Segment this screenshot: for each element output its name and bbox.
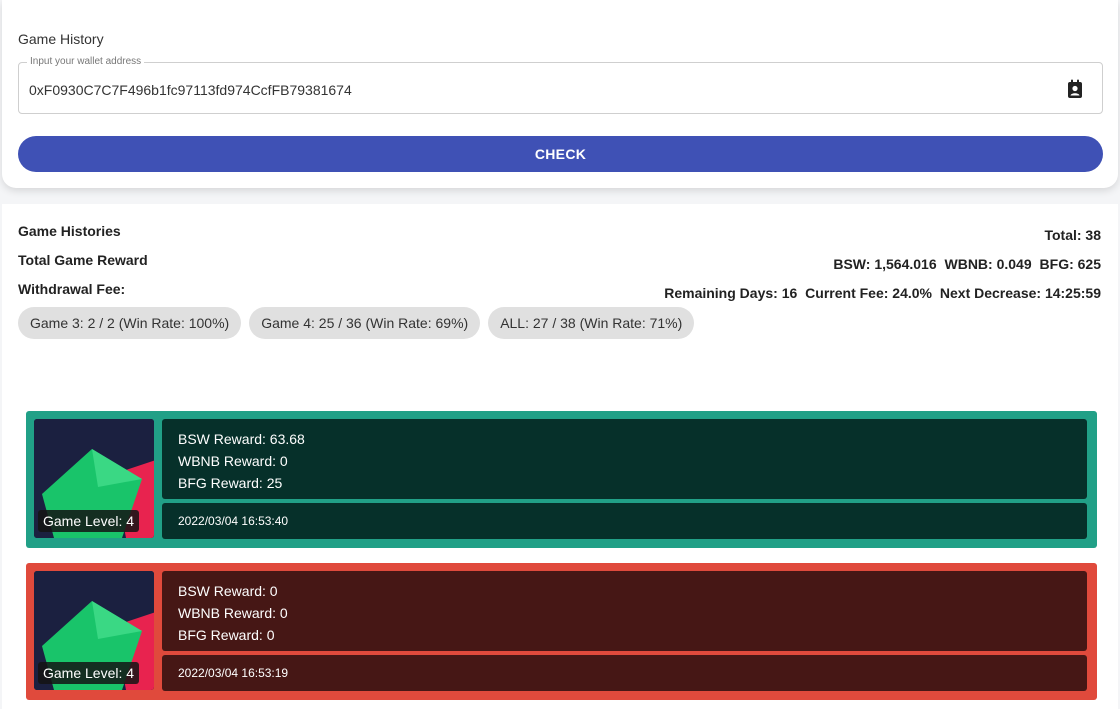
- current-fee: Current Fee: 24.0%: [805, 285, 932, 301]
- wbnb-reward: WBNB Reward: 0: [178, 605, 288, 621]
- bsw-total: BSW: 1,564.016: [833, 256, 937, 272]
- chip-game-3[interactable]: Game 3: 2 / 2 (Win Rate: 100%): [18, 307, 242, 339]
- page-title: Game History: [18, 31, 104, 47]
- game-thumbnail: Game Level: 4: [34, 571, 154, 690]
- game-level-badge: Game Level: 4: [38, 510, 140, 532]
- win-rate-chips: Game 3: 2 / 2 (Win Rate: 100%) Game 4: 2…: [18, 307, 695, 339]
- total-reward-values: BSW: 1,564.016 WBNB: 0.049 BFG: 625: [829, 256, 1101, 272]
- chip-game-4[interactable]: Game 4: 25 / 36 (Win Rate: 69%): [249, 307, 481, 339]
- next-decrease: Next Decrease: 14:25:59: [939, 285, 1101, 301]
- game-history-item: Game Level: 4 BSW Reward: 63.68 WBNB Rew…: [26, 411, 1097, 548]
- bfg-reward: BFG Reward: 25: [178, 475, 283, 491]
- total-count: Total: 38: [1044, 227, 1101, 243]
- check-button[interactable]: CHECK: [18, 136, 1103, 172]
- remaining-days: Remaining Days: 16: [664, 285, 798, 301]
- game-history-item: Game Level: 4 BSW Reward: 0 WBNB Reward:…: [26, 563, 1097, 700]
- game-date: 2022/03/04 16:53:19: [162, 655, 1087, 691]
- wbnb-total: WBNB: 0.049: [944, 256, 1032, 272]
- withdrawal-fee-label: Withdrawal Fee:: [18, 281, 126, 297]
- game-level-badge: Game Level: 4: [38, 662, 140, 684]
- wallet-address-label: Input your wallet address: [27, 56, 145, 68]
- results-card: Game Histories Total Game Reward Withdra…: [2, 204, 1118, 709]
- reward-panel: BSW Reward: 63.68 WBNB Reward: 0 BFG Rew…: [162, 419, 1087, 499]
- bsw-reward: BSW Reward: 0: [178, 583, 278, 599]
- chip-all[interactable]: ALL: 27 / 38 (Win Rate: 71%): [488, 307, 695, 339]
- withdrawal-fee-values: Remaining Days: 16 Current Fee: 24.0% Ne…: [660, 285, 1101, 301]
- contact-clipboard-icon[interactable]: [1066, 79, 1084, 99]
- wallet-address-input[interactable]: [29, 79, 1029, 101]
- game-histories-label: Game Histories: [18, 223, 121, 239]
- bsw-reward: BSW Reward: 63.68: [178, 431, 305, 447]
- bfg-total: BFG: 625: [1039, 256, 1101, 272]
- wallet-form-card: Game History Input your wallet address C…: [2, 0, 1118, 188]
- reward-panel: BSW Reward: 0 WBNB Reward: 0 BFG Reward:…: [162, 571, 1087, 651]
- game-thumbnail: Game Level: 4: [34, 419, 154, 538]
- total-game-reward-label: Total Game Reward: [18, 252, 148, 268]
- wbnb-reward: WBNB Reward: 0: [178, 453, 288, 469]
- bfg-reward: BFG Reward: 0: [178, 627, 275, 643]
- game-date: 2022/03/04 16:53:40: [162, 503, 1087, 539]
- wallet-address-field[interactable]: Input your wallet address: [18, 56, 1103, 114]
